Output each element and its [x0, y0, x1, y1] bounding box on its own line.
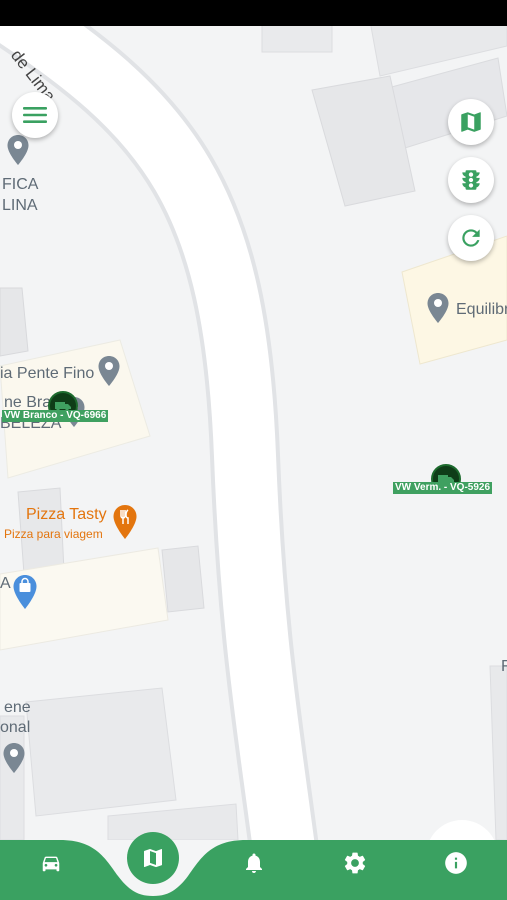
nav-info[interactable] — [436, 843, 476, 883]
traffic-button[interactable] — [448, 157, 494, 203]
vehicle-plate-label: VW Branco - VQ-6966 — [2, 410, 109, 422]
refresh-icon — [462, 229, 480, 247]
poi-label: ene — [4, 699, 31, 716]
nav-vehicles[interactable] — [31, 843, 71, 883]
status-bar — [0, 0, 507, 26]
poi-label: F — [501, 658, 507, 675]
menu-button[interactable] — [12, 92, 58, 138]
vehicle-plate-label: VW Verm. - VQ-5926 — [393, 482, 493, 494]
restaurant-pin-icon[interactable] — [112, 504, 138, 540]
poi-label: FICA — [2, 176, 39, 193]
place-pin-icon[interactable] — [6, 134, 30, 166]
nav-notifications[interactable] — [234, 843, 274, 883]
traffic-light-icon — [462, 170, 480, 190]
car-icon — [42, 856, 60, 872]
poi-label: A — [0, 575, 11, 592]
restaurant-subtitle: Pizza para viagem — [4, 527, 103, 541]
poi-label: ia Pente Fino — [0, 365, 95, 382]
poi-label: LINA — [2, 197, 38, 214]
map-icon — [144, 848, 162, 868]
bell-icon — [246, 853, 262, 873]
poi-label: Equilibri — [456, 301, 507, 318]
place-pin-icon[interactable] — [426, 292, 450, 324]
map-layers-button[interactable] — [448, 99, 494, 145]
refresh-button[interactable] — [448, 215, 494, 261]
info-icon — [445, 852, 467, 874]
place-pin-icon[interactable] — [2, 742, 26, 774]
map-base — [0, 26, 507, 840]
poi-label: onal — [0, 719, 31, 736]
nav-settings[interactable] — [335, 843, 375, 883]
nav-map[interactable] — [127, 832, 179, 884]
gear-icon — [344, 852, 366, 874]
map-view[interactable]: de Lima FICA LINA ia Pente Fino ne Bra B… — [0, 26, 507, 840]
place-pin-icon[interactable] — [97, 355, 121, 387]
map-icon — [461, 112, 481, 132]
restaurant-label: Pizza Tasty — [26, 506, 107, 523]
menu-icon — [23, 107, 47, 123]
shopping-pin-icon[interactable] — [12, 574, 38, 610]
